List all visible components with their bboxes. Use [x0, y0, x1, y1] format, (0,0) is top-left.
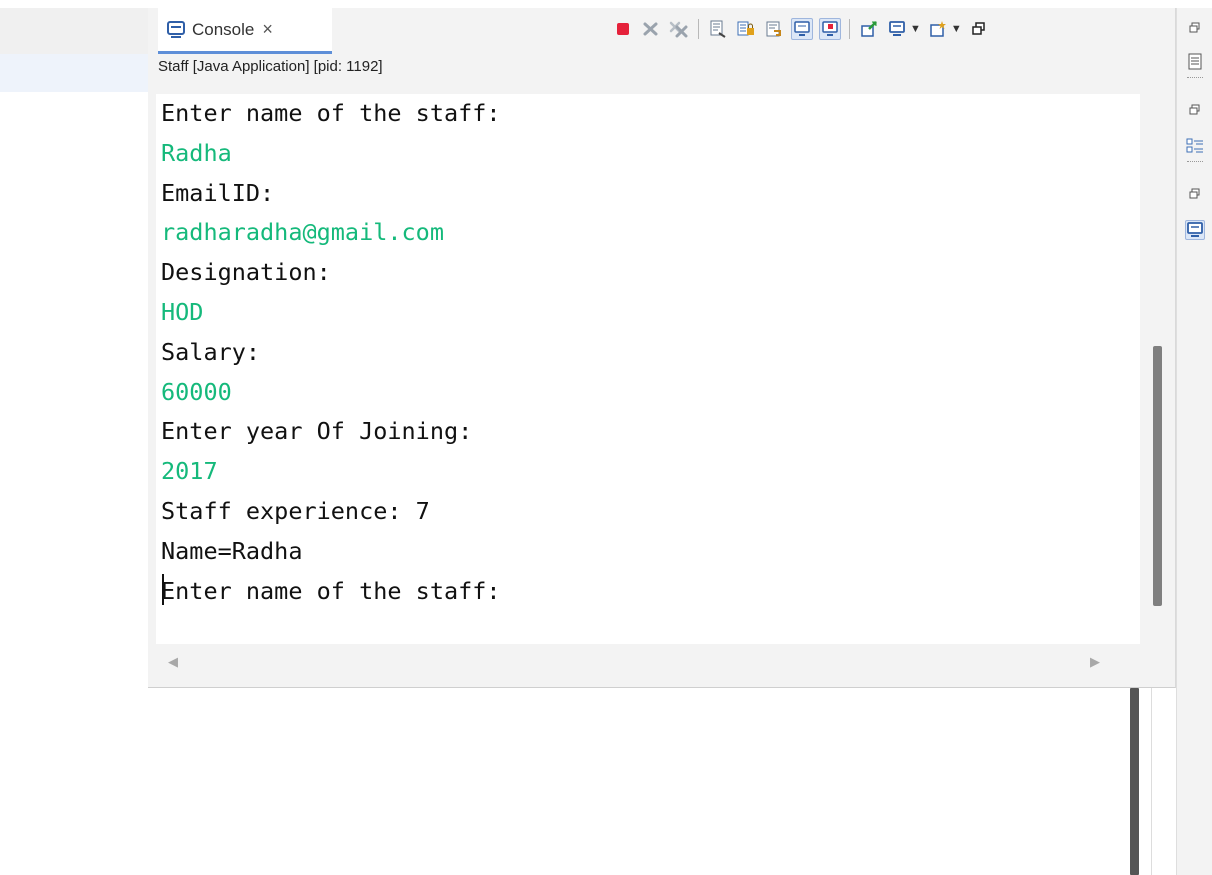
- close-icon[interactable]: ×: [262, 19, 273, 40]
- restore-icon[interactable]: [1185, 18, 1205, 38]
- show-on-stdout-icon[interactable]: [791, 18, 813, 40]
- right-trim-bar: [1176, 8, 1212, 875]
- console-output-line: Designation:: [161, 258, 331, 287]
- left-view-selected-row[interactable]: [0, 54, 148, 92]
- task-list-icon[interactable]: [1185, 52, 1205, 78]
- left-view-area: [0, 8, 148, 54]
- scroll-lock-icon[interactable]: [735, 18, 757, 40]
- console-view: Console × ▼ ▼ Staff [Java Application] […: [148, 8, 1176, 688]
- text-cursor: [162, 574, 164, 605]
- restore-icon[interactable]: [1185, 100, 1205, 120]
- console-icon[interactable]: [1185, 220, 1205, 240]
- console-input-line: HOD: [161, 297, 204, 326]
- pin-console-icon[interactable]: [858, 18, 880, 40]
- console-output-line: EmailID:: [161, 178, 275, 207]
- console-output[interactable]: Enter name of the staff: Radha EmailID: rad…: [156, 94, 1140, 644]
- tab-console-label: Console: [192, 19, 255, 39]
- console-icon: [166, 20, 186, 40]
- show-on-stderr-icon[interactable]: [819, 18, 841, 40]
- remove-all-terminated-icon[interactable]: [668, 18, 690, 40]
- vertical-scrollbar-thumb[interactable]: [1153, 346, 1162, 606]
- toolbar-separator: [698, 19, 699, 39]
- remove-launch-icon[interactable]: [640, 18, 662, 40]
- console-toolbar: ▼ ▼: [612, 14, 990, 44]
- lower-scrollbar-track: [1151, 688, 1152, 875]
- display-selected-console-icon[interactable]: [886, 18, 908, 40]
- minimize-icon[interactable]: [968, 18, 990, 40]
- console-output-line: Enter name of the staff:: [161, 99, 501, 127]
- console-output-line: Salary:: [161, 337, 261, 366]
- terminate-icon[interactable]: [612, 18, 634, 40]
- console-output-line: Name=Radha: [161, 536, 303, 565]
- restore-icon[interactable]: [1185, 184, 1205, 204]
- horizontal-scrollbar[interactable]: ◀ ▶: [156, 646, 1174, 676]
- chevron-down-icon[interactable]: ▼: [910, 23, 921, 35]
- console-input-line: 60000: [161, 377, 232, 406]
- console-output-line: Enter name of the staff:: [161, 576, 501, 605]
- console-output-line: Enter year Of Joining:: [161, 417, 473, 446]
- lower-scrollbar-thumb[interactable]: [1130, 688, 1139, 875]
- console-input-line: 2017: [161, 457, 218, 486]
- outline-icon[interactable]: [1185, 136, 1205, 162]
- console-lines: Enter name of the staff: Radha EmailID: rad…: [161, 94, 501, 611]
- tab-console[interactable]: Console ×: [158, 8, 332, 54]
- console-input-line: Radha: [161, 138, 232, 167]
- word-wrap-icon[interactable]: [763, 18, 785, 40]
- clear-console-icon[interactable]: [707, 18, 729, 40]
- console-output-line: Staff experience: 7: [161, 496, 430, 525]
- chevron-down-icon[interactable]: ▼: [951, 23, 962, 35]
- console-input-line: radharadha@gmail.com: [161, 218, 444, 247]
- process-label: Staff [Java Application] [pid: 1192]: [158, 58, 383, 75]
- open-console-icon[interactable]: [927, 18, 949, 40]
- toolbar-separator: [849, 19, 850, 39]
- scroll-left-icon[interactable]: ◀: [168, 654, 178, 670]
- scroll-right-icon[interactable]: ▶: [1090, 654, 1100, 670]
